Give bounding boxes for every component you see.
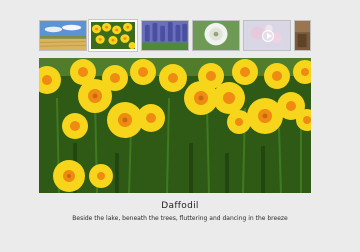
thumbnail-dandelion[interactable]: [192, 20, 240, 51]
main-photo[interactable]: [39, 58, 311, 193]
thumbnail-video-flowers[interactable]: [243, 20, 291, 51]
play-icon: [262, 30, 274, 42]
photo-description: Beside the lake, beneath the trees, flut…: [72, 215, 288, 222]
thumbnail-daffodil[interactable]: [89, 20, 137, 51]
thumbnail-partial[interactable]: [294, 20, 311, 51]
thumbnail-wheat-field[interactable]: [39, 20, 87, 51]
photo-title: Daffodil: [161, 201, 199, 211]
thumbnail-strip: [39, 20, 311, 77]
thumbnail-grape-hyacinth[interactable]: [141, 20, 189, 51]
